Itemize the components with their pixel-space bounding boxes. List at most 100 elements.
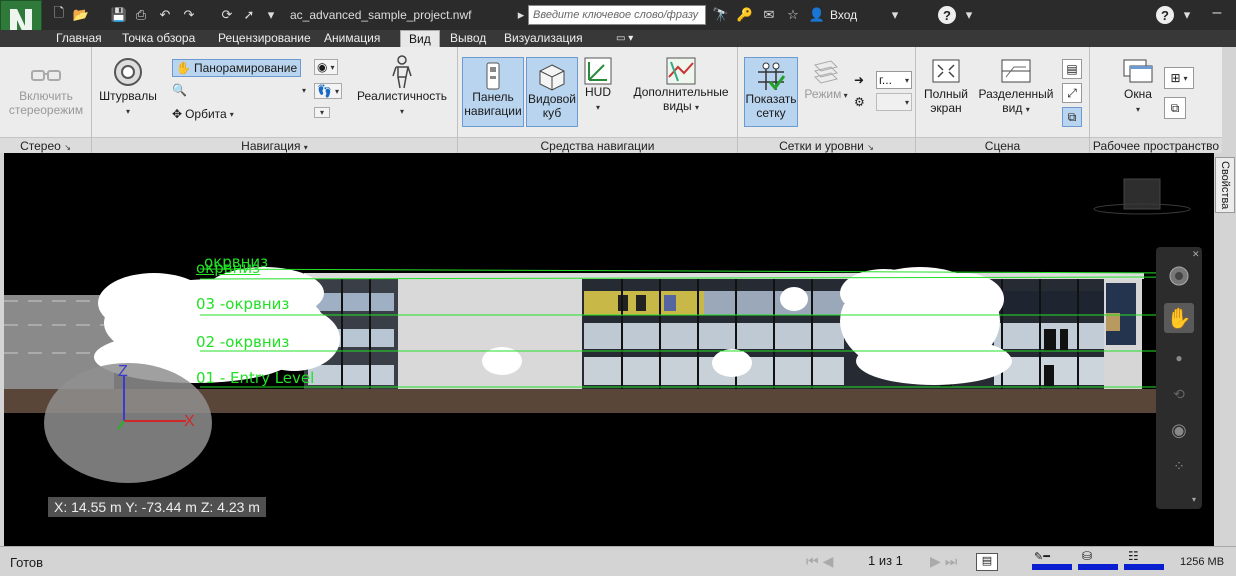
panel-nav-tools: Панель навигации Видовой куб HUD ▾ Дополн… [458, 47, 738, 153]
navbar-wheel-icon[interactable] [1164, 261, 1194, 291]
help-dropdown-icon[interactable]: ▾ [960, 6, 978, 24]
sheet-browser-icon[interactable]: ▤ [976, 553, 998, 571]
pan-hand-icon: ✋ [176, 61, 191, 75]
orbit-button[interactable]: ✥ Орбита ▾ [172, 107, 234, 121]
view-cube-icon [539, 64, 565, 91]
navbar-close-icon[interactable]: ✕ [1192, 249, 1200, 260]
panel-title-workspace: Рабочее пространство [1090, 137, 1222, 153]
redo-icon[interactable]: ↷ [180, 6, 198, 24]
tab-viewpoint[interactable]: Точка обзора [114, 30, 203, 47]
panel-title-navigation: Навигация ▾ [92, 137, 457, 153]
subscription-icon[interactable]: ✉ [760, 6, 778, 24]
scene-tile-icon[interactable]: ⧉ [1062, 107, 1082, 127]
orbit-label: Орбита [185, 107, 227, 121]
panel-navigation: Штурвалы ▾ ✋ Панорамирование 🔍 ▾ ✥ Орбита ▾ ◉… [92, 47, 458, 153]
navbar-menu-icon[interactable]: ▾ [1192, 495, 1196, 504]
navigation-title: Навигация [241, 139, 301, 153]
stereo-title: Стерео [20, 139, 61, 153]
tab-output[interactable]: Вывод [442, 30, 494, 47]
walk-button[interactable]: 👣 ▾ [314, 83, 342, 99]
refresh-icon[interactable]: ⟳ [218, 6, 236, 24]
stereo-glasses-icon [31, 70, 61, 81]
new-file-icon[interactable]: 🗋 [50, 5, 68, 24]
progress-bar-render [1032, 564, 1072, 570]
page-next-last-icon[interactable]: ▶⏭ [930, 553, 961, 570]
level-label-02: 02 -окрвниз [196, 333, 290, 351]
favorites-star-icon[interactable]: ☆ [784, 6, 802, 24]
look-eye-icon: ◉ [317, 60, 328, 74]
scene-expand-icon[interactable]: ⤢ [1062, 83, 1082, 103]
binoculars-icon[interactable]: 🔭 [712, 6, 730, 24]
open-file-icon[interactable]: 📂 [72, 6, 90, 24]
person-figure-icon [392, 55, 412, 89]
extra-views-button[interactable]: Дополнительные виды ▾ [628, 57, 734, 115]
fullscreen-icon [932, 59, 960, 83]
minimize-icon[interactable]: – [1208, 4, 1226, 22]
pan-button[interactable]: ✋ Панорамирование [172, 59, 302, 77]
grid-select[interactable]: ▾ [876, 93, 912, 111]
fullscreen-button[interactable]: Полный экран [918, 57, 974, 115]
realism-button[interactable]: Реалистичность ▾ [354, 55, 450, 119]
tab-rendering[interactable]: Визуализация [496, 30, 591, 47]
panel-stereo: Включить стереорежим Стерео ↘ [0, 47, 92, 153]
hud-button[interactable]: HUD ▾ [582, 57, 614, 115]
nav-bar-toggle[interactable]: Панель навигации [462, 57, 524, 127]
login-link[interactable]: Вход [830, 8, 857, 22]
login-dropdown-icon[interactable]: ▾ [886, 6, 904, 24]
scene-window-icon[interactable]: ▤ [1062, 59, 1082, 79]
navbar-pan-icon[interactable]: ✋ [1164, 303, 1194, 333]
tab-view[interactable]: Вид [400, 30, 440, 47]
ribbon-minimize-icon[interactable]: ▭ ▾ [608, 30, 641, 47]
panel-title-stereo: Стерео ↘ [0, 137, 91, 153]
help-dropdown-icon-right[interactable]: ▾ [1178, 6, 1196, 24]
properties-tab[interactable]: Свойства [1215, 157, 1235, 213]
help-icon-right[interactable]: ? [1156, 6, 1174, 24]
windows-icon [1123, 59, 1153, 83]
tab-animation[interactable]: Анимация [316, 30, 388, 47]
qat-dropdown-icon[interactable]: ▾ [262, 6, 280, 24]
split-view-button[interactable]: Разделенный вид ▾ [978, 57, 1054, 117]
page-indicator: 1 из 1 [868, 553, 903, 568]
realism-label: Реалистичность [356, 89, 448, 103]
level-select[interactable]: г... ▾ [876, 71, 912, 89]
show-grid-toggle[interactable]: Показать сетку [744, 57, 798, 127]
level-select-value: г... [879, 73, 892, 87]
workspace-save-icon[interactable]: ⧉ [1164, 97, 1186, 119]
workspace-load-icon[interactable]: ⊞ ▾ [1164, 67, 1194, 89]
navbar-look-icon[interactable]: ◉ [1164, 415, 1194, 445]
grid-mode-button[interactable]: Режим ▾ [802, 57, 850, 103]
tab-review[interactable]: Рецензирование [210, 30, 319, 47]
split-view-label: Разделенный вид [978, 87, 1054, 115]
database-icon: ⛁ [1082, 549, 1093, 563]
save-icon[interactable]: 💾 [110, 6, 128, 24]
select-cursor-icon[interactable]: ➚ [240, 6, 258, 24]
steering-wheels-button[interactable]: Штурвалы ▾ [98, 55, 158, 119]
undo-icon[interactable]: ↶ [156, 6, 174, 24]
ribbon-tabs: Главная Точка обзора Рецензирование Аним… [0, 30, 1236, 47]
tab-home[interactable]: Главная [48, 30, 110, 47]
windows-button[interactable]: Окна ▾ [1118, 57, 1158, 117]
user-icon[interactable]: 👤 [808, 6, 826, 24]
navbar-zoom-icon[interactable]: ● [1164, 343, 1194, 373]
focus-button[interactable]: ▾ [314, 107, 331, 118]
enable-stereo-button[interactable]: Включить стереорежим [4, 61, 88, 117]
progress-bar-database [1078, 564, 1118, 570]
page-first-prev-icon[interactable]: ⏮◀ [806, 553, 837, 570]
windows-label: Окна [1124, 87, 1152, 101]
3d-viewport[interactable]: окрвниз окрвниз 03 -окрвниз 02 -окрвниз … [4, 153, 1214, 546]
navbar-walk-icon[interactable]: ⁘ [1164, 451, 1194, 481]
progress-bar-network [1124, 564, 1164, 570]
scene-title: Сцена [984, 139, 1021, 153]
help-icon[interactable]: ? [938, 6, 956, 24]
key-icon[interactable]: 🔑 [736, 6, 754, 24]
look-button[interactable]: ◉ ▾ [314, 59, 338, 75]
enable-stereo-label: Включить стереорежим [8, 89, 84, 117]
axis-z-label: Z [118, 363, 128, 380]
status-text: Готов [10, 555, 44, 570]
zoom-button[interactable]: 🔍 ▾ [172, 83, 306, 97]
view-cube-toggle[interactable]: Видовой куб [526, 57, 578, 127]
print-icon[interactable]: ⎙ [132, 6, 150, 24]
navbar-orbit-icon[interactable]: ⟲ [1164, 379, 1194, 409]
search-input[interactable]: Введите ключевое слово/фразу [528, 5, 706, 25]
memory-usage: 1256 MB [1180, 556, 1225, 568]
